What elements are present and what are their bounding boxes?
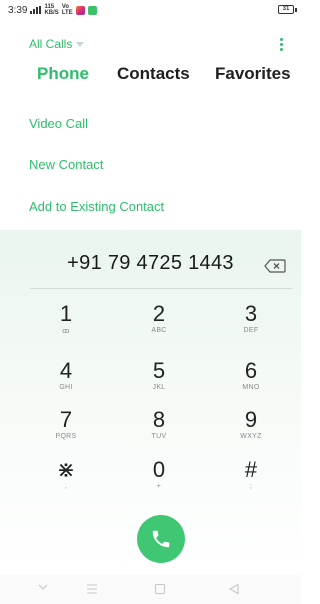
key-2[interactable]: 2 ABC [119, 302, 199, 348]
video-call-option[interactable]: Video Call [29, 116, 88, 131]
call-button[interactable] [137, 515, 185, 563]
call-filter-dropdown[interactable]: All Calls [29, 37, 85, 51]
more-vert-icon[interactable] [276, 36, 287, 53]
network-speed-unit: KB/S [44, 10, 59, 16]
system-nav-bar [0, 575, 301, 604]
key-asterisk[interactable]: ⋇ , [26, 458, 106, 504]
chevron-down-icon[interactable] [37, 581, 49, 593]
key-3[interactable]: 3 DEF [211, 302, 291, 348]
key-0[interactable]: 0 + [119, 458, 199, 504]
new-contact-option[interactable]: New Contact [29, 157, 103, 172]
number-display-row: +91 79 4725 1443 [0, 252, 301, 280]
status-bar: 3:39 115 KB/S Vo LTE 31 [0, 0, 301, 20]
voicemail-icon: ꝏ [62, 328, 70, 335]
tab-bar: Phone Contacts Favorites [0, 64, 301, 90]
tab-favorites[interactable]: Favorites [215, 64, 291, 84]
tab-phone[interactable]: Phone [37, 64, 89, 84]
tab-contacts[interactable]: Contacts [117, 64, 190, 84]
messages-icon [87, 5, 97, 15]
key-1[interactable]: 1 ꝏ [26, 302, 106, 348]
key-4[interactable]: 4 GHI [26, 359, 106, 405]
instagram-icon [75, 5, 85, 15]
menu-icon[interactable] [86, 583, 98, 595]
key-9[interactable]: 9 WXYZ [211, 408, 291, 454]
phone-icon [152, 530, 170, 548]
status-time: 3:39 [8, 4, 28, 16]
dial-pad: +91 79 4725 1443 1 ꝏ 2 ABC 3 DEF 4 GHI 5… [0, 230, 301, 575]
key-7[interactable]: 7 PQRS [26, 408, 106, 454]
key-hash[interactable]: # ; [211, 458, 291, 504]
key-6[interactable]: 6 MNO [211, 359, 291, 405]
home-icon[interactable] [154, 583, 166, 595]
battery-level: 31 [278, 5, 294, 14]
add-to-existing-contact-option[interactable]: Add to Existing Contact [29, 199, 164, 214]
battery-icon: 31 [278, 5, 297, 14]
dialer-header: All Calls [29, 34, 287, 54]
volte-label-bottom: LTE [61, 10, 73, 16]
chevron-down-icon [76, 42, 85, 47]
backspace-icon[interactable] [264, 259, 286, 273]
dialed-number[interactable]: +91 79 4725 1443 [0, 252, 301, 275]
call-filter-label: All Calls [29, 37, 73, 51]
divider [30, 288, 292, 289]
signal-icon [30, 6, 42, 14]
back-icon[interactable] [228, 583, 240, 595]
key-5[interactable]: 5 JKL [119, 359, 199, 405]
key-8[interactable]: 8 TUV [119, 408, 199, 454]
